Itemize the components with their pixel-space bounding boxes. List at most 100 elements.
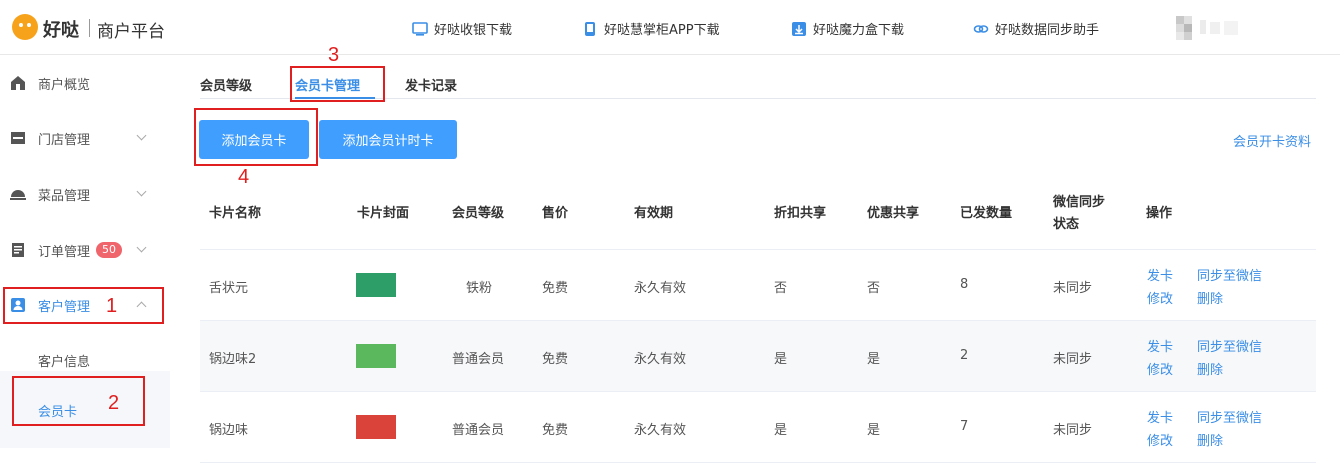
issue-card-link[interactable]: 发卡 [1147,336,1173,355]
annotation-box-member-card [12,376,145,426]
chevron-down-icon [136,242,147,253]
delete-link[interactable]: 删除 [1197,288,1223,307]
sidebar-item-dishes[interactable]: 菜品管理 [0,166,170,222]
annotation-number-2: 2 [108,392,120,414]
card-cover-swatch [356,415,396,439]
promo-share: 是 [867,423,881,438]
order-icon [12,243,24,257]
col-header-card-cover: 卡片封面 [357,206,410,221]
col-header-member-level: 会员等级 [452,206,505,221]
sync-wechat-link[interactable]: 同步至微信 [1197,407,1262,426]
member-card-info-link[interactable]: 会员开卡资料 [1233,131,1311,150]
download-magic-box-label: 好哒魔力盒下载 [813,23,905,38]
price: 免费 [542,281,569,296]
phone-icon [585,21,595,36]
logo-icon [12,14,38,40]
sidebar-item-label: 订单管理 [38,244,91,260]
annotation-box-add-card [194,108,318,166]
annotation-box-customer-menu [3,287,164,324]
issued-count: 8 [960,277,969,292]
sync-status: 未同步 [1053,352,1093,367]
sync-status: 未同步 [1053,281,1093,296]
delete-link[interactable]: 删除 [1197,359,1223,378]
home-icon [11,76,25,90]
main-content: 会员等级 会员卡管理 发卡记录 添加会员卡 添加会员计时卡 会员开卡资料 卡片名… [170,55,1340,463]
col-header-price: 售价 [542,206,569,221]
promo-share: 否 [867,281,881,296]
sidebar-item-label: 门店管理 [38,132,91,148]
user-avatar[interactable] [1176,16,1326,42]
issued-count: 7 [960,419,969,434]
link-icon [973,24,989,33]
monitor-icon [412,21,428,36]
brand-subtitle: 商户平台 [97,22,165,42]
col-header-discount-share: 折扣共享 [774,206,827,221]
order-count-badge: 50 [96,242,123,258]
download-cashier-link[interactable]: 好哒收银下载 [412,19,512,38]
col-header-actions: 操作 [1146,206,1173,221]
dish-icon [10,190,26,200]
promo-share: 是 [867,352,881,367]
price: 免费 [542,352,569,367]
sidebar-item-label: 商户概览 [38,77,91,93]
member-level: 铁粉 [466,281,493,296]
annotation-box-card-tab [290,66,385,102]
sidebar-subitem-customer-info[interactable]: 客户信息 [38,351,90,370]
tab-member-level[interactable]: 会员等级 [200,75,252,94]
download-cashier-label: 好哒收银下载 [434,23,513,38]
card-name: 舌状元 [209,281,249,296]
table-row: 舌状元 铁粉 免费 永久有效 否 否 8 未同步 发卡 同步至微信 修改 删除 [200,250,1316,321]
add-timed-card-button[interactable]: 添加会员计时卡 [319,120,457,159]
col-header-promo-share: 优惠共享 [867,206,920,221]
brand-name: 好哒 [43,20,79,41]
card-name: 锅边味2 [209,352,257,367]
card-cover-swatch [356,273,396,297]
edit-link[interactable]: 修改 [1147,430,1173,449]
download-magic-box-link[interactable]: 好哒魔力盒下载 [791,19,904,38]
validity: 永久有效 [634,352,687,367]
member-level: 普通会员 [452,352,505,367]
brand-divider [89,19,90,37]
discount-share: 否 [774,281,788,296]
annotation-number-1: 1 [106,295,118,317]
download-icon [792,21,806,36]
card-cover-swatch [356,344,396,368]
price: 免费 [542,423,569,438]
discount-share: 是 [774,352,788,367]
delete-link[interactable]: 删除 [1197,430,1223,449]
validity: 永久有效 [634,281,687,296]
edit-link[interactable]: 修改 [1147,359,1173,378]
chevron-down-icon [136,186,147,197]
sidebar-item-orders[interactable]: 订单管理 50 [0,222,170,278]
card-name: 锅边味 [209,423,249,438]
table-row: 锅边味2 普通会员 免费 永久有效 是 是 2 未同步 发卡 同步至微信 修改 … [200,321,1316,392]
sidebar-item-label: 菜品管理 [38,188,91,204]
sidebar-item-overview[interactable]: 商户概览 [0,55,170,111]
issue-card-link[interactable]: 发卡 [1147,265,1173,284]
col-header-issued: 已发数量 [960,206,1013,221]
col-header-status: 状态 [1053,217,1080,232]
tab-issue-records[interactable]: 发卡记录 [405,75,457,94]
annotation-number-3: 3 [328,44,340,66]
sync-wechat-link[interactable]: 同步至微信 [1197,265,1262,284]
chevron-down-icon [136,130,147,141]
top-bar: 好哒 商户平台 好哒收银下载 好哒慧掌柜APP下载 好哒魔力盒下载 好哒数据同步… [0,0,1340,55]
sidebar-item-store[interactable]: 门店管理 [0,110,170,166]
download-app-link[interactable]: 好哒慧掌柜APP下载 [582,19,720,38]
col-header-card-name: 卡片名称 [209,206,262,221]
validity: 永久有效 [634,423,687,438]
download-app-label: 好哒慧掌柜APP下载 [604,23,720,38]
member-level: 普通会员 [452,423,505,438]
data-sync-label: 好哒数据同步助手 [995,23,1100,38]
col-header-wechat-sync: 微信同步 [1053,195,1106,210]
issued-count: 2 [960,348,969,363]
edit-link[interactable]: 修改 [1147,288,1173,307]
sync-wechat-link[interactable]: 同步至微信 [1197,336,1262,355]
annotation-number-4: 4 [238,166,250,188]
sync-status: 未同步 [1053,423,1093,438]
col-header-validity: 有效期 [634,206,674,221]
discount-share: 是 [774,423,788,438]
issue-card-link[interactable]: 发卡 [1147,407,1173,426]
table-row: 锅边味 普通会员 免费 永久有效 是 是 7 未同步 发卡 同步至微信 修改 删… [200,392,1316,463]
data-sync-link[interactable]: 好哒数据同步助手 [973,19,1099,38]
